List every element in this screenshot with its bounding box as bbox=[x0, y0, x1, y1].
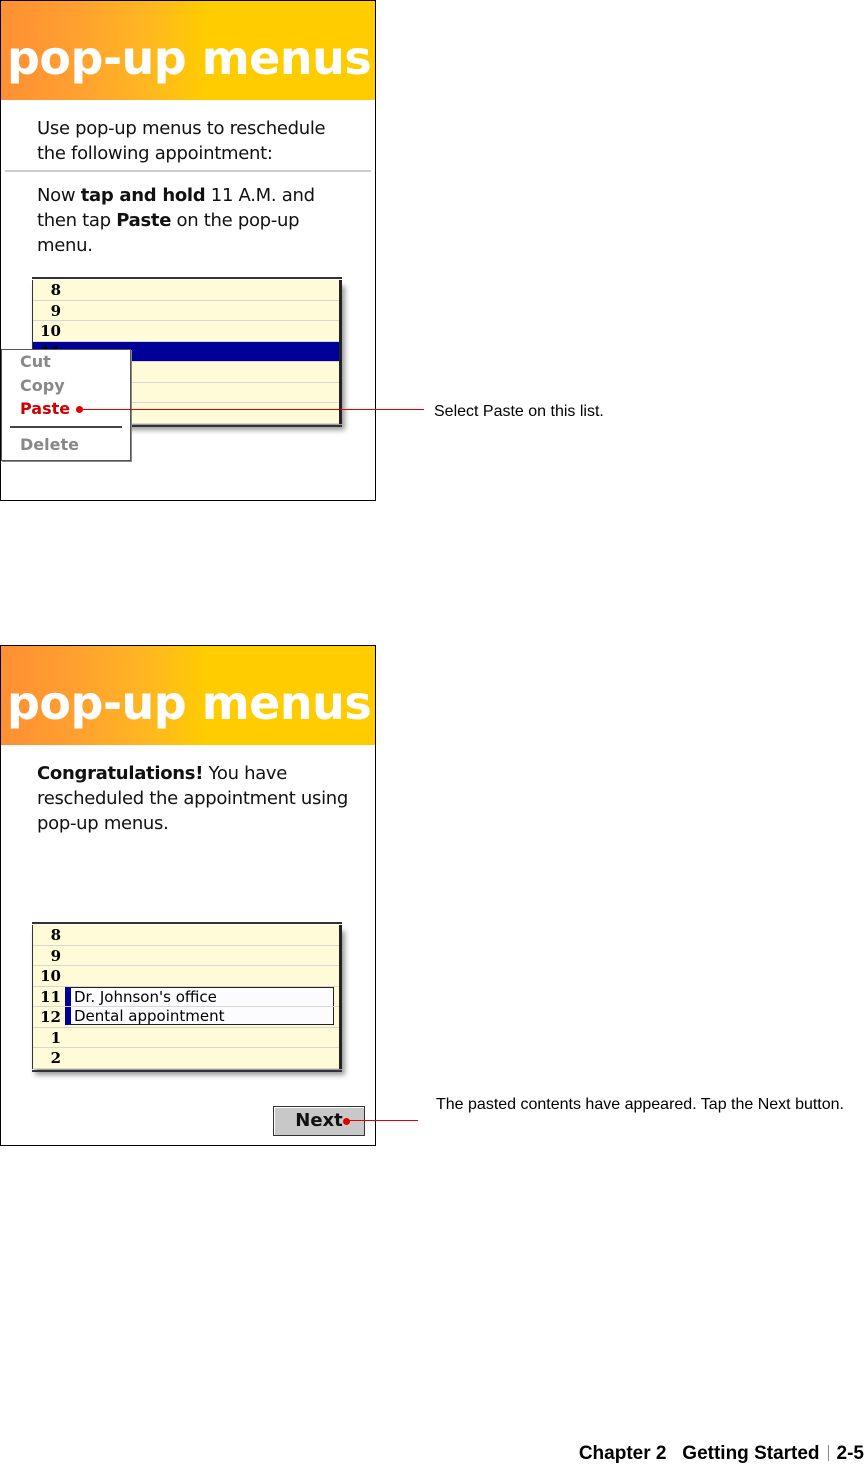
divider bbox=[5, 170, 371, 172]
callout-select-paste: Select Paste on this list. bbox=[434, 403, 604, 420]
header-banner: pop-up menus bbox=[1, 1, 375, 100]
time-slot-row[interactable]: 8 bbox=[33, 925, 339, 946]
callout-line bbox=[80, 409, 424, 410]
hour-label: 11 bbox=[40, 987, 61, 1006]
screenshot-pasted: pop-up menus Congratulations! You have r… bbox=[0, 645, 376, 1146]
chapter-label: Chapter 2 bbox=[578, 1443, 667, 1464]
hour-label: 2 bbox=[50, 1049, 61, 1067]
time-slot-row[interactable]: 11 bbox=[33, 987, 339, 1007]
header-banner: pop-up menus bbox=[1, 646, 375, 745]
hour-label: 9 bbox=[50, 301, 61, 320]
popup-menu: Cut Copy Paste Delete bbox=[1, 349, 131, 461]
hour-label: 8 bbox=[50, 926, 61, 944]
congrats-text: Congratulations! You have rescheduled th… bbox=[37, 763, 349, 834]
page-footer: Chapter 2 Getting Started 2-5 bbox=[579, 1443, 864, 1465]
callout-next: The pasted contents have appeared. Tap t… bbox=[436, 1096, 844, 1113]
menu-item-paste[interactable]: Paste bbox=[20, 399, 70, 418]
menu-separator bbox=[10, 426, 122, 428]
page-number: 2-5 bbox=[836, 1443, 864, 1464]
screenshot-select-paste: pop-up menus Use pop-up menus to resched… bbox=[0, 0, 376, 501]
time-slot-row[interactable]: 1 bbox=[33, 1028, 339, 1048]
menu-item-copy[interactable]: Copy bbox=[20, 376, 65, 395]
time-slot-row[interactable]: 2 bbox=[33, 1048, 339, 1069]
time-slot-row[interactable]: 12 bbox=[33, 1007, 339, 1028]
intro-text: Use pop-up menus to reschedule the follo… bbox=[37, 118, 326, 164]
instruction-text: Now tap and hold 11 A.M. and then tap Pa… bbox=[37, 185, 315, 256]
time-slot-row[interactable]: 10 bbox=[33, 321, 339, 342]
menu-item-delete[interactable]: Delete bbox=[20, 435, 79, 454]
time-slot-row[interactable]: 9 bbox=[33, 946, 339, 966]
hour-label: 10 bbox=[40, 322, 61, 340]
hour-label: 9 bbox=[50, 946, 61, 965]
time-slot-row[interactable]: 10 bbox=[33, 966, 339, 987]
time-slot-row[interactable]: 9 bbox=[33, 301, 339, 321]
callout-line bbox=[346, 1120, 418, 1121]
hour-label: 1 bbox=[50, 1028, 61, 1047]
screen-title: pop-up menus bbox=[7, 31, 372, 85]
hour-label: 8 bbox=[50, 281, 61, 299]
calendar-day-view: Dr. Johnson's office Dental appointment 8… bbox=[32, 922, 342, 1071]
section-label: Getting Started bbox=[682, 1443, 820, 1464]
menu-item-cut[interactable]: Cut bbox=[20, 352, 51, 371]
time-slot-row[interactable]: 8 bbox=[33, 280, 339, 301]
next-button[interactable]: Next bbox=[273, 1106, 365, 1136]
hour-label: 12 bbox=[40, 1008, 61, 1026]
hour-label: 10 bbox=[40, 967, 61, 985]
screen-title: pop-up menus bbox=[7, 676, 372, 730]
